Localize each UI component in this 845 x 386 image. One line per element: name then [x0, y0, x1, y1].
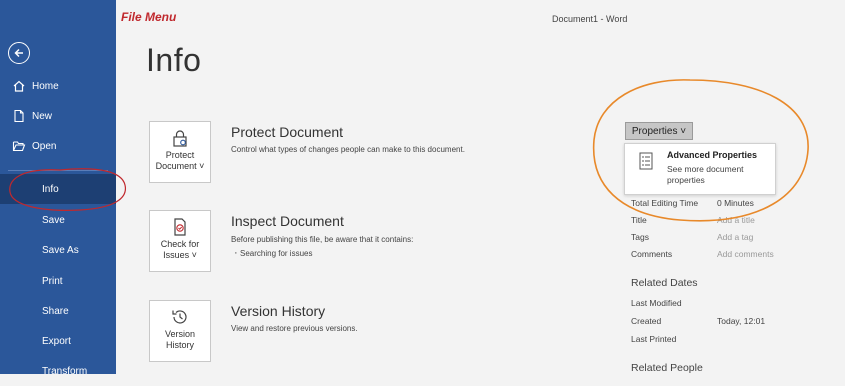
check-document-icon	[174, 218, 186, 236]
nav-info[interactable]: Info	[0, 174, 116, 204]
nav-open[interactable]: Open	[0, 131, 116, 161]
nav-export-label: Export	[42, 335, 71, 347]
comments-label: Comments	[631, 249, 673, 259]
related-dates-heading: Related Dates	[631, 277, 698, 289]
protect-document-title: Protect Document	[231, 124, 344, 140]
check-tile-label-2: Issues ˅	[163, 250, 197, 260]
protect-document-button[interactable]: Protect Document ˅	[149, 121, 211, 183]
nav-save-as[interactable]: Save As	[0, 235, 116, 265]
inspect-bullet: Searching for issues	[234, 247, 313, 259]
related-people-heading: Related People	[631, 362, 703, 374]
title-label: Title	[631, 215, 647, 225]
created-label: Created	[631, 316, 662, 326]
nav-save-as-label: Save As	[42, 244, 79, 256]
protect-tile-label-1: Protect	[165, 150, 195, 160]
nav-home-label: Home	[32, 80, 59, 92]
back-arrow-icon	[14, 48, 23, 58]
lock-document-icon	[173, 130, 187, 147]
properties-list-icon	[639, 152, 653, 170]
home-icon	[12, 79, 26, 93]
version-tile-label-1: Version	[164, 329, 196, 339]
version-tile-label-2: History	[165, 340, 194, 350]
protect-document-desc: Control what types of changes people can…	[231, 145, 465, 154]
file-menu-annotation: File Menu	[121, 10, 177, 24]
nav-save-label: Save	[42, 214, 65, 226]
window-title: Document1 - Word	[552, 14, 628, 24]
inspect-document-title: Inspect Document	[231, 213, 344, 229]
check-for-issues-button[interactable]: Check for Issues ˅	[149, 210, 211, 272]
total-editing-time-value: 0 Minutes	[717, 198, 754, 208]
history-clock-icon	[172, 310, 187, 324]
advanced-properties-desc: See more document properties	[667, 164, 744, 185]
nav-transform[interactable]: Transform	[0, 356, 116, 386]
nav-new[interactable]: New	[0, 101, 116, 131]
new-document-icon	[12, 109, 26, 123]
comments-field[interactable]: Add comments	[717, 249, 774, 259]
nav-export[interactable]: Export	[0, 326, 116, 356]
version-history-button[interactable]: Version History	[149, 300, 211, 362]
nav-print-label: Print	[42, 275, 63, 287]
backstage-sidebar: Home New Open Info Save Save As Print Sh…	[0, 0, 116, 377]
nav-transform-label: Transform	[42, 365, 88, 377]
created-value: Today, 12:01	[717, 316, 766, 326]
nav-new-label: New	[32, 110, 53, 122]
nav-open-label: Open	[32, 140, 57, 152]
sidebar-divider	[8, 170, 108, 171]
total-editing-time-label: Total Editing Time	[631, 198, 699, 208]
last-modified-label: Last Modified	[631, 298, 682, 308]
nav-share[interactable]: Share	[0, 296, 116, 326]
tags-label: Tags	[631, 232, 649, 242]
nav-home[interactable]: Home	[0, 71, 116, 101]
nav-save[interactable]: Save	[0, 205, 116, 235]
check-tile-label-1: Check for	[160, 239, 200, 249]
nav-print[interactable]: Print	[0, 266, 116, 296]
advanced-properties-item[interactable]: Advanced Properties	[667, 150, 757, 160]
inspect-document-desc: Before publishing this file, be aware th…	[231, 235, 414, 244]
back-button[interactable]	[8, 42, 30, 64]
last-printed-label: Last Printed	[631, 334, 677, 344]
properties-dropdown-button[interactable]: Properties ˅	[625, 122, 693, 140]
page-title: Info	[146, 42, 202, 78]
nav-info-label: Info	[42, 183, 59, 195]
properties-dropdown-menu: Advanced Properties See more document pr…	[624, 143, 776, 195]
version-history-title: Version History	[231, 303, 326, 319]
version-history-desc: View and restore previous versions.	[231, 324, 358, 333]
nav-share-label: Share	[42, 305, 69, 317]
protect-tile-label-2: Document ˅	[155, 161, 205, 171]
folder-open-icon	[12, 139, 26, 153]
tags-field[interactable]: Add a tag	[717, 232, 753, 242]
title-field[interactable]: Add a title	[717, 215, 755, 225]
